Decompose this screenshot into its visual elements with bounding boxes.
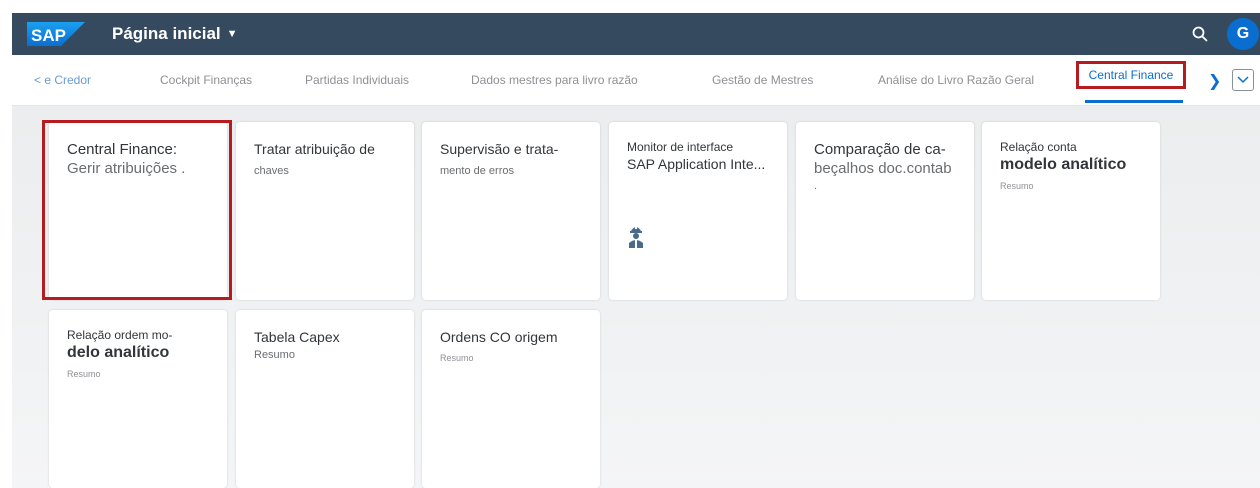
tab-cockpit-financas[interactable]: Cockpit Finanças (160, 55, 252, 105)
overflow-menu-button[interactable] (1232, 69, 1254, 91)
tile-monitor-interface[interactable]: Monitor de interface SAP Application Int… (609, 122, 787, 300)
tile-tabela-capex[interactable]: Tabela Capex Resumo (236, 310, 414, 488)
worker-icon (629, 224, 643, 248)
tile-container: Central Finance: Gerir atribuições . Tra… (12, 106, 1260, 488)
tile-info: Resumo (1000, 181, 1034, 191)
tile-subtitle: chaves (254, 165, 289, 177)
tile-subtitle: SAP Application Inte... (627, 156, 766, 172)
tile-title: Relação ordem mo- (67, 328, 173, 342)
tile-title: Central Finance: (67, 141, 178, 158)
active-tab-indicator (1085, 100, 1183, 103)
tab-central-finance[interactable]: Central Finance (1076, 61, 1186, 89)
search-icon[interactable] (1191, 25, 1209, 43)
tab-dados-mestres[interactable]: Dados mestres para livro razão (471, 55, 638, 105)
tile-relacao-conta[interactable]: Relação conta modelo analítico Resumo (982, 122, 1160, 300)
anchor-navigation-bar: < e Credor Cockpit Finanças Partidas Ind… (12, 55, 1260, 106)
chevron-down-icon (1237, 76, 1249, 84)
user-avatar[interactable]: G (1227, 18, 1259, 50)
tile-title: Tabela Capex (254, 329, 340, 345)
tile-subtitle: delo analítico (67, 344, 170, 361)
tile-comparacao-cabecalhos[interactable]: Comparação de ca- beçalhos doc.contab . (796, 122, 974, 300)
tile-central-finance-gerir[interactable]: Central Finance: Gerir atribuições . (49, 122, 227, 300)
tile-title: Comparação de ca- (814, 141, 946, 158)
tile-tratar-atribuicao[interactable]: Tratar atribuição de chaves (236, 122, 414, 300)
tab-partidas-individuais[interactable]: Partidas Individuais (305, 55, 409, 105)
chevron-right-icon[interactable]: ❯ (1208, 71, 1221, 91)
tile-relacao-ordem[interactable]: Relação ordem mo- delo analítico Resumo (49, 310, 227, 488)
tile-info: Resumo (67, 369, 101, 379)
tile-info: Resumo (254, 349, 295, 361)
tile-subtitle: Gerir atribuições . (67, 160, 186, 177)
shell-header: SAP Página inicial ▼ G (12, 13, 1260, 55)
tile-title: Tratar atribuição de (254, 141, 375, 157)
tile-ordens-co-origem[interactable]: Ordens CO origem Resumo (422, 310, 600, 488)
tile-subtitle: beçalhos doc.contab (814, 160, 952, 177)
tile-title: Relação conta (1000, 140, 1077, 154)
svg-text:SAP: SAP (31, 26, 66, 45)
tile-info: Resumo (440, 353, 474, 363)
tab-analise-livro-razao[interactable]: Análise do Livro Razão Geral (878, 55, 1034, 105)
sap-logo[interactable]: SAP (27, 22, 85, 46)
tab-back-credor[interactable]: < e Credor (34, 55, 91, 105)
home-title-menu[interactable]: Página inicial ▼ (112, 13, 238, 55)
tile-subtitle: mento de erros (440, 165, 514, 177)
page-title: Página inicial (112, 24, 221, 43)
tile-title: Supervisão e trata- (440, 141, 559, 157)
caret-down-icon: ▼ (226, 28, 238, 40)
tile-supervisao-erros[interactable]: Supervisão e trata- mento de erros (422, 122, 600, 300)
tile-title: Ordens CO origem (440, 329, 558, 345)
tab-gestao-de-mestres[interactable]: Gestão de Mestres (712, 55, 813, 105)
tile-title: Monitor de interface (627, 140, 734, 154)
tile-subtitle: modelo analítico (1000, 156, 1127, 173)
tile-extra: . (814, 180, 818, 192)
